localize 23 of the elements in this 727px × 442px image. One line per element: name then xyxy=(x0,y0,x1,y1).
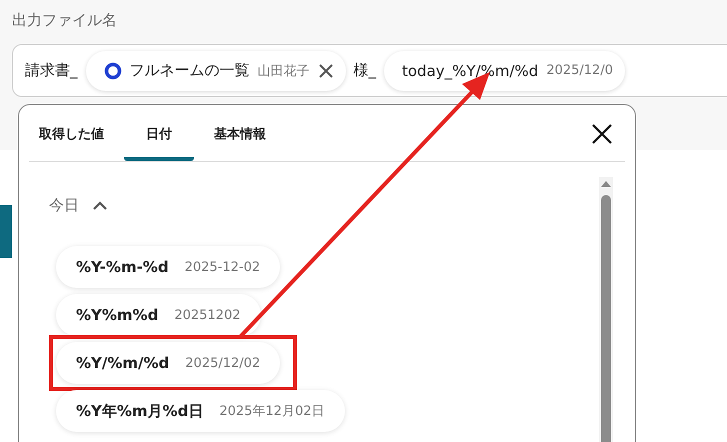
chip-label: フルネームの一覧 xyxy=(130,61,250,80)
format-option[interactable]: %Y年%m月%d日 2025年12月02日 xyxy=(56,390,344,432)
chip-value: 山田花子 xyxy=(258,62,310,80)
value-chip[interactable]: フルネームの一覧 山田花子 xyxy=(86,50,346,90)
tab[interactable]: 取得した値 xyxy=(39,125,104,161)
value-chip[interactable]: today_%Y/%m/%d 2025/12/0 xyxy=(384,50,625,90)
filename-field[interactable]: 請求書_ フルネームの一覧 山田花子 様_ today_%Y/%m/%d 2025/12/0 xyxy=(12,44,727,97)
field-text: 請求書_ xyxy=(25,61,78,80)
close-icon[interactable] xyxy=(318,62,334,78)
chip-label: today_%Y/%m/%d xyxy=(402,62,538,80)
close-icon[interactable] xyxy=(591,123,613,145)
tab[interactable]: 基本情報 xyxy=(214,125,266,161)
ring-icon xyxy=(104,62,122,80)
field-text: 様_ xyxy=(354,61,376,80)
field-label: 出力ファイル名 xyxy=(12,11,117,30)
caret-icon[interactable] xyxy=(93,200,107,210)
tab[interactable]: 日付 xyxy=(124,125,194,161)
format-option[interactable]: %Y-%m-%d 2025-12-02 xyxy=(56,246,280,288)
chip-value: 2025/12/0 xyxy=(546,63,613,78)
format-option[interactable]: %Y%m%d 20251202 xyxy=(56,294,260,336)
section-title: 今日 xyxy=(49,196,79,215)
format-option[interactable]: %Y/%m/%d 2025/12/02 xyxy=(56,342,280,384)
scrollbar[interactable] xyxy=(599,177,613,442)
